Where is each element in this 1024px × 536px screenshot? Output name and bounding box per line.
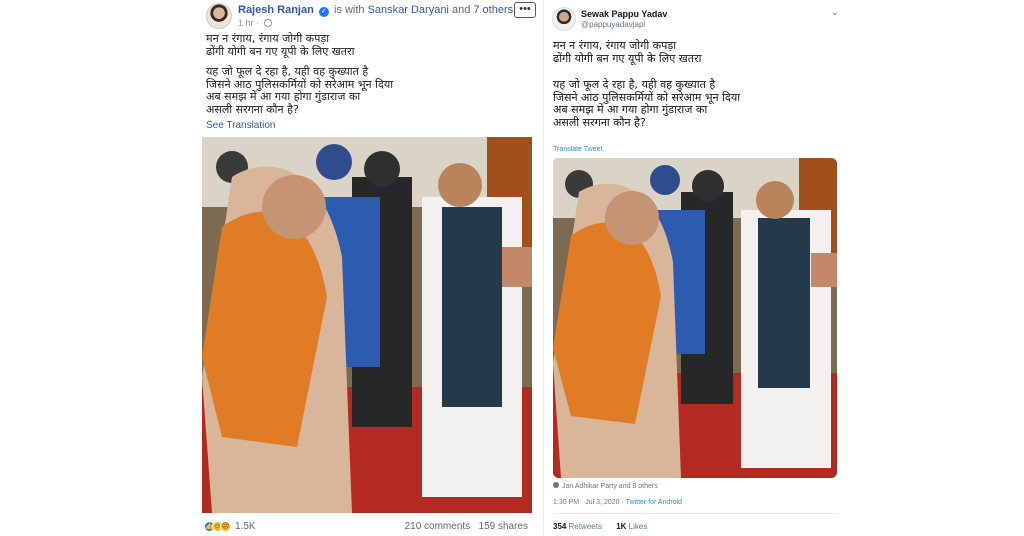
post-text: मन न रंगाय, रंगाय जोगी कपड़ा ढोंगी योगी … [206,32,526,116]
reactions-count: 1.5K [235,521,256,532]
tweet-timestamp: 1:30 PM · Jul 3, 2020 · Twitter for Andr… [553,499,682,506]
likes-stat[interactable]: 1K Likes [616,522,647,531]
likes-count: 1K [616,522,627,531]
author-avatar[interactable] [552,7,576,31]
reactions-summary[interactable]: 👍 ☺ ☹ 1.5K [204,521,256,532]
chevron-down-icon[interactable]: ⌄ [831,7,839,18]
retweets-label: Retweets [568,522,602,531]
tweet-line: मन न रंगाय, रंगाय जोगी कपड़ा [553,39,677,52]
author-handle[interactable]: @pappuyadavjapl [581,20,645,29]
post-line: यह जो फूल दे रहा है, यही वह कुख्यात है [206,65,369,78]
tagged-others-link[interactable]: 7 others. [473,4,516,16]
more-options-button[interactable]: ••• [514,2,536,18]
tweet-text: मन न रंगाय, रंगाय जोगी कपड़ा ढोंगी योगी … [553,39,843,129]
see-translation-link[interactable]: See Translation [206,120,276,131]
with-and: and [451,4,471,16]
facebook-post: Rajesh Ranjan ✓ is with Sanskar Daryani … [196,0,540,536]
with-prefix: is with [333,4,365,16]
tagged-people[interactable]: Jan Adhikar Party and 9 others [553,482,658,490]
post-time[interactable]: 1 hr [238,18,254,28]
photo-illustration [202,137,532,513]
photo-illustration [553,158,837,478]
post-line: अब समझ में आ गया होगा गुंडाराज का [206,90,361,103]
divider [553,513,839,514]
tweet-line: असली सरगना कौन है? [553,115,646,129]
tweet-source[interactable]: Twitter for Android [626,499,682,506]
post-meta: 1 hr · [238,18,272,28]
post-photo[interactable] [202,137,532,513]
author-name[interactable]: Rajesh Ranjan [238,4,314,16]
tweet-line: ढोंगी योगी बन गए यूपी के लिए खतरा [553,51,702,65]
post-line: ढोंगी योगी बन गए यूपी के लिए खतरा [206,44,355,58]
likes-label: Likes [628,522,648,531]
verified-badge-icon: ✓ [318,7,329,17]
comments-count[interactable]: 210 comments [405,521,471,532]
tagged-label: Jan Adhikar Party and 9 others [562,483,658,490]
translate-tweet-link[interactable]: Translate Tweet [553,146,602,153]
retweets-count: 354 [553,522,567,531]
author-name[interactable]: Sewak Pappu Yadav [581,9,667,19]
shares-count[interactable]: 159 shares [479,521,528,532]
sad-reaction-icon: ☹ [220,521,231,532]
post-line: मन न रंगाय, रंगाय जोगी कपड़ा [206,32,330,45]
tweet-line: यह जो फूल दे रहा है, यही वह कुख्यात है [553,78,716,91]
author-avatar[interactable] [206,3,232,29]
engagement-counts: 210 comments 159 shares [405,521,528,532]
post-header: Rajesh Ranjan ✓ is with Sanskar Daryani … [238,4,516,17]
globe-icon [263,19,272,27]
tweet: Sewak Pappu Yadav @pappuyadavjapl ⌄ मन न… [543,0,849,536]
tweet-stats: 354 Retweets 1K Likes [553,522,647,531]
retweets-stat[interactable]: 354 Retweets [553,522,602,531]
more-icon: ••• [519,3,531,15]
tweet-line: अब समझ में आ गया होगा गुंडाराज का [553,103,708,116]
tagged-person-link[interactable]: Sanskar Daryani [368,4,449,16]
tweet-time[interactable]: 1:30 PM · Jul 3, 2020 · [553,499,626,506]
person-icon [553,482,559,488]
tweet-photo[interactable] [553,158,837,478]
post-line: असली सरगना कौन है? [206,102,299,116]
